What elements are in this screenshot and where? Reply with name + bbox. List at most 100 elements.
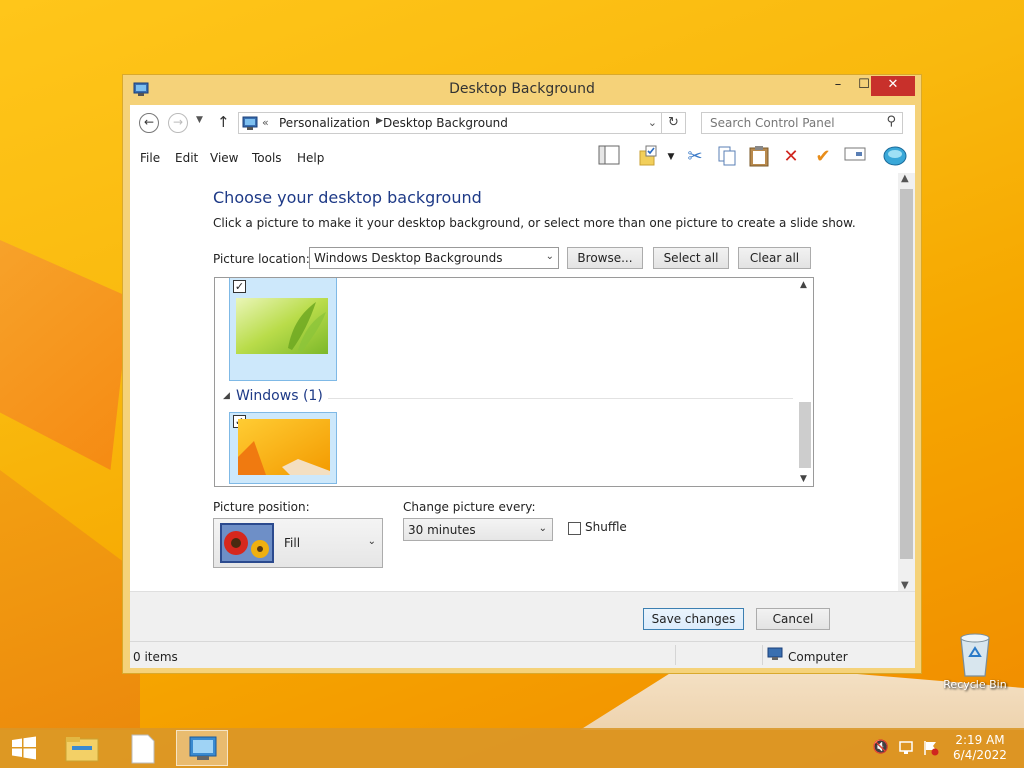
address-dropdown-icon[interactable]: ⌄	[648, 116, 657, 129]
page-subtitle: Click a picture to make it your desktop …	[213, 216, 856, 230]
picture-location-label: Picture location:	[213, 252, 310, 266]
picture-list-scrollbar[interactable]: ▲ ▼	[797, 278, 813, 486]
clock-date: 6/4/2022	[953, 748, 1007, 762]
change-picture-select[interactable]: 30 minutes ⌄	[403, 518, 553, 541]
minimize-button[interactable]: –	[825, 76, 851, 96]
dropdown-icon[interactable]: ▼	[658, 145, 684, 171]
delete-icon[interactable]: ✕	[778, 145, 804, 171]
refresh-button[interactable]: ↻	[662, 112, 686, 134]
status-bar: 0 items Computer	[130, 641, 915, 668]
browse-button[interactable]: Browse...	[567, 247, 643, 269]
clock-time: 2:19 AM	[955, 733, 1005, 747]
action-center-flag-icon[interactable]	[922, 740, 940, 756]
cancel-button[interactable]: Cancel	[756, 608, 830, 630]
wallpaper-shape	[0, 240, 130, 470]
chevron-down-icon: ⌄	[538, 523, 547, 534]
green-leaves-thumbnail	[236, 298, 328, 354]
menu-tools[interactable]: Tools	[252, 151, 282, 165]
page-title: Choose your desktop background	[213, 188, 482, 207]
computer-icon	[767, 647, 783, 660]
search-input[interactable]: Search Control Panel ⚲	[701, 112, 903, 134]
picture-position-label: Picture position:	[213, 500, 310, 514]
group-label: Windows (1)	[236, 388, 323, 404]
menu-view[interactable]: View	[210, 151, 238, 165]
scroll-up-icon[interactable]: ▲	[901, 173, 909, 184]
copy-icon[interactable]	[714, 145, 740, 171]
file-explorer-taskbar-button[interactable]	[56, 730, 108, 766]
properties-icon[interactable]: ✔	[810, 145, 836, 171]
windows-start-icon[interactable]	[8, 734, 40, 762]
window-client: ← → ▼ ↑ « Personalization ▶ Desktop Back…	[130, 105, 915, 668]
search-placeholder: Search Control Panel	[710, 116, 835, 130]
recent-locations-dropdown[interactable]: ▼	[196, 115, 203, 125]
thumbnail-item[interactable]: ✓	[229, 278, 337, 381]
taskbar-clock[interactable]: 2:19 AM 6/4/2022	[944, 733, 1016, 763]
rename-icon[interactable]	[842, 145, 868, 171]
menu-help[interactable]: Help	[297, 151, 324, 165]
address-bar[interactable]: « Personalization ▶ Desktop Background ⌄	[238, 112, 662, 134]
collapse-triangle-icon[interactable]: ◢	[223, 391, 230, 401]
back-button[interactable]: ←	[139, 113, 159, 133]
status-divider	[675, 645, 676, 665]
search-icon[interactable]: ⚲	[886, 114, 896, 129]
status-item-count: 0 items	[133, 650, 178, 664]
chevron-down-icon: ⌄	[367, 536, 376, 547]
menu-file[interactable]: File	[140, 151, 160, 165]
layout-icon[interactable]	[596, 145, 622, 171]
dialog-footer: Save changes Cancel	[130, 591, 915, 641]
title-bar[interactable]: Desktop Background – ☐ ✕	[123, 75, 921, 105]
flower-preview-image	[220, 523, 274, 563]
cut-icon[interactable]: ✂	[682, 145, 708, 171]
save-changes-button[interactable]: Save changes	[643, 608, 744, 630]
recycle-bin-icon	[957, 630, 993, 678]
overflow-chevron-icon[interactable]: «	[262, 116, 269, 129]
orange-windows-thumbnail	[238, 419, 330, 475]
picture-position-select[interactable]: Fill ⌄	[213, 518, 383, 568]
window-title: Desktop Background	[449, 81, 595, 97]
status-divider	[762, 645, 763, 665]
menu-bar: File Edit View Tools Help ▼ ✂ ✕ ✔	[130, 141, 915, 173]
content-scrollbar[interactable]: ▲ ▼	[898, 173, 915, 591]
group-header-windows[interactable]: ◢ Windows (1)	[223, 388, 793, 408]
change-picture-label: Change picture every:	[403, 500, 536, 514]
wallpaper-shape	[0, 470, 140, 730]
scroll-down-icon[interactable]: ▼	[800, 474, 807, 484]
shuffle-checkbox[interactable]	[568, 522, 581, 535]
scroll-thumb[interactable]	[900, 189, 913, 559]
recycle-bin-label: Recycle Bin	[943, 678, 1007, 691]
shuffle-label[interactable]: Shuffle	[585, 520, 627, 534]
content-panel: Choose your desktop background Click a p…	[130, 173, 898, 591]
status-location: Computer	[788, 650, 848, 664]
address-bar-row: ← → ▼ ↑ « Personalization ▶ Desktop Back…	[130, 105, 915, 141]
picture-position-value: Fill	[284, 536, 301, 550]
scroll-down-icon[interactable]: ▼	[901, 580, 909, 591]
change-picture-value: 30 minutes	[408, 523, 476, 537]
menu-edit[interactable]: Edit	[175, 151, 198, 165]
close-button[interactable]: ✕	[871, 76, 915, 96]
control-panel-icon	[242, 116, 258, 130]
document-taskbar-button[interactable]	[116, 730, 168, 766]
scroll-up-icon[interactable]: ▲	[800, 280, 807, 290]
forward-button[interactable]: →	[168, 113, 188, 133]
network-icon[interactable]	[898, 740, 916, 756]
group-divider	[328, 398, 793, 399]
select-all-button[interactable]: Select all	[653, 247, 729, 269]
thumbnail-item[interactable]: ✓	[229, 412, 337, 484]
thumbnail-checkbox[interactable]: ✓	[233, 280, 246, 293]
clear-all-button[interactable]: Clear all	[738, 247, 811, 269]
control-panel-taskbar-button[interactable]	[176, 730, 228, 766]
breadcrumb-separator-icon[interactable]: ▶	[376, 116, 383, 126]
scroll-thumb[interactable]	[799, 402, 811, 468]
picture-location-select[interactable]: Windows Desktop Backgrounds ⌄	[309, 247, 559, 269]
globe-icon[interactable]	[882, 145, 908, 171]
recycle-bin-shortcut[interactable]: Recycle Bin	[940, 630, 1010, 691]
picture-location-value: Windows Desktop Backgrounds	[314, 251, 503, 265]
picture-list[interactable]: ✓ ◢ Windows (1) ✓	[214, 277, 814, 487]
breadcrumb-desktop-background[interactable]: Desktop Background	[383, 116, 508, 130]
desktop-background-window: Desktop Background – ☐ ✕ ← → ▼ ↑ « Perso…	[122, 74, 922, 674]
volume-muted-icon[interactable]: 🔇	[872, 740, 890, 756]
breadcrumb-personalization[interactable]: Personalization	[279, 116, 370, 130]
chevron-down-icon: ⌄	[545, 251, 554, 262]
up-button[interactable]: ↑	[217, 113, 230, 131]
paste-icon[interactable]	[746, 145, 772, 171]
